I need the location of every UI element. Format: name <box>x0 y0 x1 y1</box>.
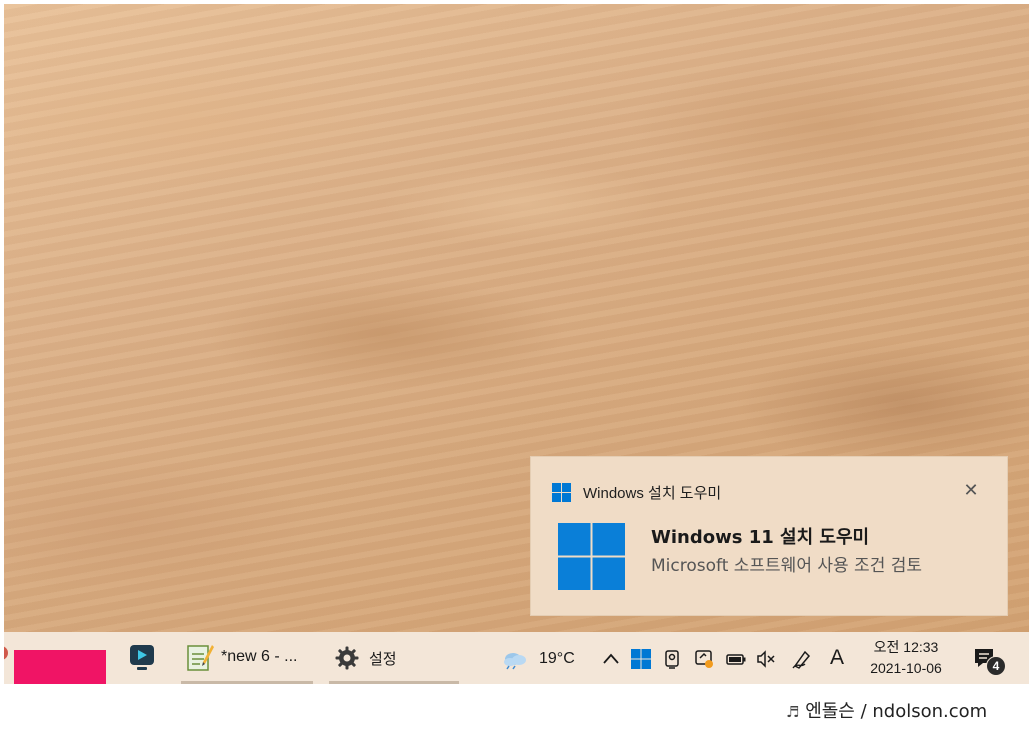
toast-message: Microsoft 소프트웨어 사용 조건 검토 <box>651 556 923 576</box>
music-note-icon: ♬ <box>786 703 800 721</box>
notification-toast[interactable]: Windows 설치 도우미 ✕ Windows 11 설치 도우미 Micro… <box>530 456 1008 616</box>
weather-cloud-rain-icon[interactable] <box>502 648 528 670</box>
camera-app-tray-icon[interactable] <box>662 648 684 670</box>
taskbar-running-indicator <box>181 681 313 684</box>
taskbar-settings-button[interactable]: 설정 <box>329 632 459 684</box>
notepad-plus-plus-icon <box>187 645 214 671</box>
chevron-up-icon[interactable] <box>600 648 622 670</box>
clock-time: 오전 12:33 <box>873 639 939 655</box>
taskbar-notepad-button[interactable]: *new 6 - ... <box>181 632 313 684</box>
watermark: ♬ 엔돌슨 / ndolson.com <box>786 697 987 723</box>
media-player-icon[interactable] <box>128 644 156 672</box>
taskbar-clock[interactable]: 오전 12:33 2021-10-06 <box>856 637 956 679</box>
taskbar-notepad-label: *new 6 - ... <box>221 648 298 665</box>
display-capture-tray-icon[interactable] <box>693 648 715 670</box>
input-language-indicator[interactable]: A <box>830 646 844 670</box>
volume-muted-icon[interactable] <box>755 648 777 670</box>
windows-logo-icon <box>552 483 571 502</box>
notification-count-badge: 4 <box>986 656 1006 676</box>
toast-app-name: Windows 설치 도우미 <box>583 485 722 502</box>
windows-installation-assistant-tray-icon[interactable] <box>630 648 652 670</box>
weather-temperature[interactable]: 19°C <box>539 650 575 668</box>
taskbar-running-indicator <box>329 681 459 684</box>
desktop-screen: Windows 설치 도우미 ✕ Windows 11 설치 도우미 Micro… <box>4 4 1029 684</box>
taskbar-settings-label: 설정 <box>369 650 397 668</box>
gear-icon <box>335 646 359 670</box>
windows-11-logo-icon <box>558 523 625 590</box>
clock-date: 2021-10-06 <box>870 660 942 676</box>
close-icon[interactable]: ✕ <box>959 479 983 503</box>
taskbar-red-app-button[interactable] <box>14 650 106 684</box>
watermark-text: 엔돌슨 / ndolson.com <box>805 701 988 722</box>
battery-icon[interactable] <box>725 648 747 670</box>
taskbar-partial-app-icon[interactable] <box>4 646 8 660</box>
pen-ink-workspace-icon[interactable] <box>791 648 813 670</box>
notification-center-button[interactable]: 4 <box>972 646 1008 678</box>
taskbar: *new 6 - ... 설정 19°C A 오전 12:33 2021-10-… <box>4 632 1029 684</box>
toast-title: Windows 11 설치 도우미 <box>651 527 870 548</box>
